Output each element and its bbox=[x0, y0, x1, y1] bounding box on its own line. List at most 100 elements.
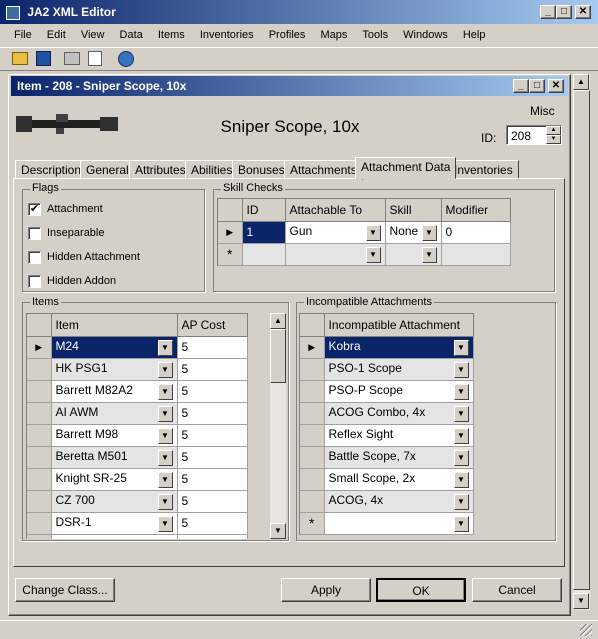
incompatible-combo[interactable]: ▼ Battle Scope, 7x bbox=[324, 446, 474, 469]
minimize-button[interactable]: _ bbox=[540, 5, 556, 19]
item-combo[interactable]: ▼ CZ 700 bbox=[51, 490, 178, 513]
skill-combo[interactable]: ▼ None bbox=[385, 221, 442, 244]
dropdown-icon[interactable]: ▼ bbox=[157, 383, 173, 400]
maximize-button[interactable]: □ bbox=[556, 5, 572, 19]
new-attachable-combo[interactable]: ▼ bbox=[285, 243, 386, 266]
inseparable-checkbox[interactable] bbox=[28, 227, 41, 240]
new-skill-combo[interactable]: ▼ bbox=[385, 243, 442, 266]
table-row[interactable]: ▼ ACOG Combo, 4x bbox=[300, 402, 474, 425]
ap-cost-cell[interactable]: 5 bbox=[177, 446, 248, 469]
dropdown-icon[interactable]: ▼ bbox=[453, 361, 469, 378]
dropdown-icon[interactable]: ▼ bbox=[453, 449, 469, 466]
ap-cost-cell[interactable] bbox=[177, 534, 248, 539]
row-header[interactable] bbox=[300, 446, 325, 469]
row-header[interactable] bbox=[300, 402, 325, 425]
menu-view[interactable]: View bbox=[75, 25, 111, 45]
dropdown-icon[interactable]: ▼ bbox=[453, 427, 469, 444]
row-header[interactable] bbox=[300, 358, 325, 381]
modifier-cell[interactable]: 0 bbox=[441, 221, 511, 244]
new-id-cell[interactable] bbox=[242, 243, 286, 266]
new-modifier-cell[interactable] bbox=[441, 243, 511, 266]
window-scroll-down[interactable]: ▼ bbox=[573, 593, 589, 609]
table-row[interactable]: ▼ Reflex Sight bbox=[300, 424, 474, 447]
attachment-checkbox[interactable]: ✔ bbox=[28, 203, 41, 216]
table-row[interactable]: ▼ PSO-1 Scope bbox=[300, 358, 474, 381]
resize-grip-icon[interactable] bbox=[580, 624, 592, 636]
incompatible-combo[interactable]: ▼ ACOG, 4x bbox=[324, 490, 474, 513]
tab-attachments[interactable]: Attachments bbox=[284, 160, 363, 180]
menu-windows[interactable]: Windows bbox=[397, 25, 454, 45]
dropdown-icon[interactable]: ▼ bbox=[453, 515, 469, 532]
table-row[interactable]: ▼ Barrett M98 5 bbox=[27, 424, 248, 447]
tab-attachment-data[interactable]: Attachment Data bbox=[355, 157, 457, 179]
window-scroll-thumb[interactable] bbox=[573, 90, 590, 590]
row-header[interactable] bbox=[300, 424, 325, 447]
col-modifier[interactable]: Modifier bbox=[441, 199, 511, 222]
window-scroll-up[interactable]: ▲ bbox=[573, 74, 589, 90]
row-header[interactable] bbox=[27, 358, 52, 381]
print-preview-icon[interactable] bbox=[88, 51, 102, 66]
table-row[interactable]: ▼ CZ 700 5 bbox=[27, 490, 248, 513]
menu-maps[interactable]: Maps bbox=[314, 25, 353, 45]
apply-button[interactable]: Apply bbox=[281, 578, 371, 602]
attachable-to-combo[interactable]: ▼ Gun bbox=[285, 221, 386, 244]
ap-cost-cell[interactable]: 5 bbox=[177, 336, 248, 359]
dropdown-icon[interactable]: ▼ bbox=[157, 515, 173, 532]
table-row[interactable]: ▼ Knight SR-25 5 bbox=[27, 468, 248, 491]
dropdown-icon[interactable]: ▼ bbox=[421, 224, 437, 241]
dropdown-icon[interactable]: ▼ bbox=[157, 471, 173, 488]
dropdown-icon[interactable]: ▼ bbox=[453, 383, 469, 400]
table-row[interactable]: ▼ HK PSG1 5 bbox=[27, 358, 248, 381]
item-combo[interactable] bbox=[51, 534, 178, 539]
incompatible-combo[interactable]: ▼ Kobra bbox=[324, 336, 474, 359]
menu-profiles[interactable]: Profiles bbox=[263, 25, 312, 45]
item-combo[interactable]: ▼ Knight SR-25 bbox=[51, 468, 178, 491]
incompatible-combo[interactable]: ▼ PSO-P Scope bbox=[324, 380, 474, 403]
table-row[interactable]: ▼ Small Scope, 2x bbox=[300, 468, 474, 491]
row-header[interactable] bbox=[27, 490, 52, 513]
dropdown-icon[interactable]: ▼ bbox=[453, 493, 469, 510]
col-skill[interactable]: Skill bbox=[385, 199, 442, 222]
col-ap-cost[interactable]: AP Cost bbox=[177, 314, 248, 337]
row-header[interactable]: ▶ bbox=[300, 336, 325, 359]
tab-description[interactable]: Description bbox=[15, 160, 88, 180]
dropdown-icon[interactable]: ▼ bbox=[157, 449, 173, 466]
dropdown-icon[interactable]: ▼ bbox=[453, 405, 469, 422]
tab-abilities[interactable]: Abilities bbox=[185, 160, 239, 180]
id-spinner-down[interactable]: ▼ bbox=[546, 135, 561, 144]
table-row[interactable]: ▶ ▼ M24 5 bbox=[27, 336, 248, 359]
col-id[interactable]: ID bbox=[242, 199, 286, 222]
hidden-addon-checkbox[interactable] bbox=[28, 275, 41, 288]
incompatible-combo[interactable]: ▼ Small Scope, 2x bbox=[324, 468, 474, 491]
dropdown-icon[interactable]: ▼ bbox=[453, 471, 469, 488]
menu-tools[interactable]: Tools bbox=[356, 25, 394, 45]
table-row[interactable]: ▼ Beretta M501 5 bbox=[27, 446, 248, 469]
row-header[interactable] bbox=[300, 380, 325, 403]
dropdown-icon[interactable]: ▼ bbox=[157, 493, 173, 510]
menu-file[interactable]: File bbox=[8, 25, 38, 45]
skill-id-cell[interactable]: 1 bbox=[242, 221, 286, 244]
row-indicator[interactable]: ▶ bbox=[218, 221, 243, 244]
ap-cost-cell[interactable]: 5 bbox=[177, 468, 248, 491]
new-row-indicator[interactable]: * bbox=[300, 512, 325, 535]
incompatible-combo[interactable]: ▼ Reflex Sight bbox=[324, 424, 474, 447]
row-header[interactable] bbox=[27, 468, 52, 491]
child-close-button[interactable]: ✕ bbox=[548, 79, 564, 93]
item-combo[interactable]: ▼ Barrett M98 bbox=[51, 424, 178, 447]
item-combo[interactable]: ▼ M24 bbox=[51, 336, 178, 359]
cancel-button[interactable]: Cancel bbox=[472, 578, 562, 602]
help-icon[interactable] bbox=[118, 51, 134, 67]
row-header[interactable] bbox=[300, 490, 325, 513]
ap-cost-cell[interactable]: 5 bbox=[177, 490, 248, 513]
items-scroll-thumb[interactable] bbox=[270, 329, 286, 383]
close-button[interactable]: ✕ bbox=[575, 5, 591, 19]
hidden-attachment-checkbox[interactable] bbox=[28, 251, 41, 264]
row-header[interactable] bbox=[27, 380, 52, 403]
ap-cost-cell[interactable]: 5 bbox=[177, 358, 248, 381]
menu-edit[interactable]: Edit bbox=[41, 25, 72, 45]
row-header[interactable] bbox=[27, 424, 52, 447]
menu-data[interactable]: Data bbox=[114, 25, 149, 45]
table-row[interactable]: ▼ Barrett M82A2 5 bbox=[27, 380, 248, 403]
dropdown-icon[interactable]: ▼ bbox=[157, 361, 173, 378]
items-scroll-up[interactable]: ▲ bbox=[270, 313, 286, 329]
